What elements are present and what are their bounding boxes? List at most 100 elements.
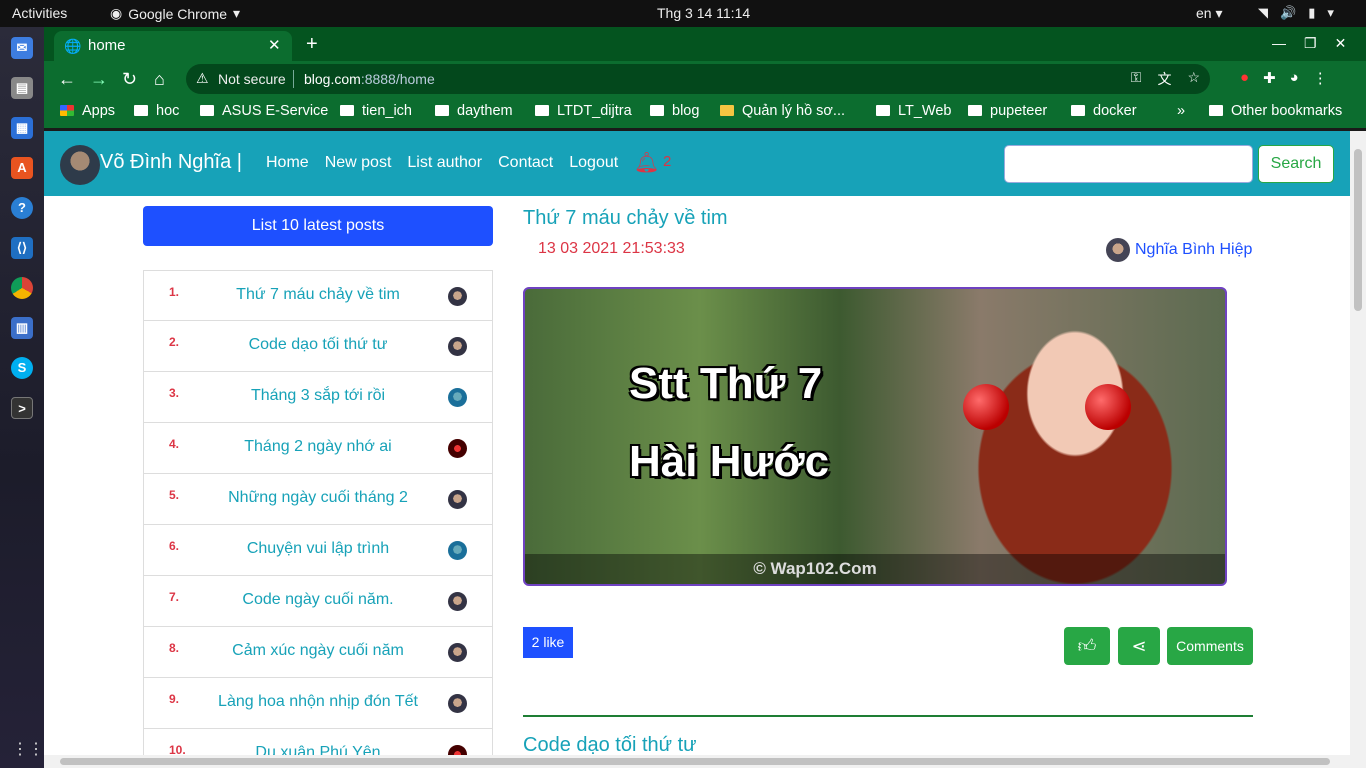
new-tab-button[interactable]: + [306,33,318,56]
url-text[interactable]: blog.com:8888/home [304,71,435,87]
bookmark-folder[interactable]: tien_ich [340,103,412,119]
system-tray[interactable]: ◥ 🔊 ▮ ▾ [1258,5,1334,21]
bookmark-folder[interactable]: ASUS E-Service [200,103,328,119]
vscode-icon[interactable]: ⟨⟩ [11,237,33,259]
key-icon[interactable]: ⚿ [1131,69,1142,89]
site-navbar: Võ Đình Nghĩa | Home New post List autho… [44,131,1350,196]
back-icon[interactable]: ← [58,69,76,90]
comments-button[interactable]: Comments [1167,627,1253,665]
language-indicator[interactable]: en ▾ [1196,5,1223,22]
search-input[interactable] [1004,145,1253,183]
maximize-icon[interactable]: ❐ [1304,35,1317,52]
minimize-icon[interactable]: — [1272,35,1286,52]
close-tab-icon[interactable]: ✕ [268,36,281,54]
terminal-icon[interactable]: > [11,397,33,419]
list-item[interactable]: 1. Thứ 7 máu chảy về tim [143,270,493,321]
activities-button[interactable]: Activities [12,5,67,21]
clock[interactable]: Thg 3 14 11:14 [657,5,750,21]
next-post-title[interactable]: Code dạo tối thứ tư [523,734,697,755]
share-icon: ⋖ [1131,636,1147,656]
other-bookmarks[interactable]: Other bookmarks [1209,103,1342,119]
item-title[interactable]: Code dạo tối thứ tư [174,336,462,354]
warning-icon[interactable]: ⚠ [196,70,209,87]
item-title[interactable]: Tháng 2 ngày nhớ ai [174,438,462,456]
nav-contact[interactable]: Contact [498,154,553,172]
nav-logout[interactable]: Logout [569,154,618,172]
translate-icon[interactable]: 文 [1157,69,1171,89]
help-icon[interactable]: ? [11,197,33,219]
software-icon[interactable]: A [11,157,33,179]
skype-icon[interactable]: S [11,357,33,379]
star-icon[interactable]: ☆ [1187,69,1200,89]
bell-icon[interactable]: 🔔︎ [634,150,659,175]
post-image[interactable]: Stt Thứ 7 Hài Hước © Wap102.Com [523,287,1227,586]
item-title[interactable]: Làng hoa nhộn nhịp đón Tết [174,693,462,711]
chrome-icon[interactable] [11,277,33,299]
close-window-icon[interactable]: ✕ [1335,35,1347,52]
latest-posts-header[interactable]: List 10 latest posts [143,206,493,246]
horizontal-scrollbar[interactable] [44,755,1366,768]
files-icon[interactable]: ▤ [11,77,33,99]
bookmark-folder[interactable]: LTDT_dijtra [535,103,632,119]
folder-icon [876,105,890,116]
tab-home[interactable]: 🌐 home ✕ [54,31,292,61]
forward-icon[interactable]: → [90,69,108,90]
bookmark-folder[interactable]: hoc [134,103,179,119]
like-button[interactable]: 👍︎ [1064,627,1110,665]
item-title[interactable]: Cảm xúc ngày cuối năm [174,642,462,660]
list-item[interactable]: 9. Làng hoa nhộn nhịp đón Tết [143,678,493,729]
avatar[interactable] [60,145,100,185]
thunderbird-icon[interactable]: ✉ [11,37,33,59]
post-author[interactable]: Nghĩa Bình Hiệp [1106,238,1252,262]
author-avatar [1106,238,1130,262]
nav-list-author[interactable]: List author [407,154,482,172]
item-title[interactable]: Code ngày cuối năm. [174,591,462,609]
scroll-thumb[interactable] [1354,149,1362,311]
folder-icon [968,105,982,116]
list-item[interactable]: 6. Chuyện vui lập trình [143,525,493,576]
app-menu[interactable]: ◉ Google Chrome ▾ [110,5,240,22]
bookmark-link[interactable]: Quản lý hồ sơ... [720,103,845,119]
author-name[interactable]: Nghĩa Bình Hiệp [1135,241,1252,259]
list-item[interactable]: 2. Code dạo tối thứ tư [143,321,493,372]
nav-new-post[interactable]: New post [325,154,392,172]
security-label[interactable]: Not secure [218,71,286,87]
bookmark-folder[interactable]: blog [650,103,699,119]
item-title[interactable]: Du xuân Phú Yên [174,744,462,755]
bookmark-folder[interactable]: LT_Web [876,103,951,119]
item-title[interactable]: Tháng 3 sắp tới rồi [174,387,462,405]
list-item[interactable]: 5. Những ngày cuối tháng 2 [143,474,493,525]
list-item[interactable]: 4. Tháng 2 ngày nhớ ai [143,423,493,474]
home-icon[interactable]: ⌂ [154,69,165,90]
item-title[interactable]: Thứ 7 máu chảy về tim [174,286,462,304]
menu-icon[interactable]: ⋮ [1313,69,1328,87]
image-caption-line-1: Stt Thứ 7 [629,359,823,408]
more-bookmarks-button[interactable]: » [1177,103,1185,119]
scroll-thumb[interactable] [60,758,1330,765]
profile-avatar[interactable]: ◕ [1290,69,1299,87]
item-title[interactable]: Chuyện vui lập trình [174,540,462,558]
post-title[interactable]: Thứ 7 máu chảy về tim [523,207,728,230]
nav-home[interactable]: Home [266,154,309,172]
address-bar[interactable]: ⚠ Not secure blog.com:8888/home ⚿ 文 ☆ [186,64,1210,94]
puzzle-icon[interactable]: ✚ [1263,69,1276,87]
editor-icon[interactable]: ▥ [11,317,33,339]
bookmark-folder[interactable]: pupeteer [968,103,1047,119]
reload-icon[interactable]: ↻ [122,69,137,90]
bookmark-folder[interactable]: daythem [435,103,513,119]
list-item[interactable]: 3. Tháng 3 sắp tới rồi [143,372,493,423]
writer-icon[interactable]: ▦ [11,117,33,139]
search-button[interactable]: Search [1258,145,1334,183]
extension-icon[interactable]: ● [1240,69,1249,87]
notification-count[interactable]: 2 [663,153,671,170]
list-item[interactable]: 10. Du xuân Phú Yên [143,729,493,755]
bookmark-apps[interactable]: Apps [60,103,115,119]
site-brand[interactable]: Võ Đình Nghĩa | [100,151,242,174]
vertical-scrollbar[interactable] [1350,131,1366,755]
item-title[interactable]: Những ngày cuối tháng 2 [174,489,462,507]
bookmark-folder[interactable]: docker [1071,103,1137,119]
list-item[interactable]: 8. Cảm xúc ngày cuối năm [143,627,493,678]
share-button[interactable]: ⋖ [1118,627,1160,665]
bookmark-label: LTDT_dijtra [557,103,632,119]
list-item[interactable]: 7. Code ngày cuối năm. [143,576,493,627]
